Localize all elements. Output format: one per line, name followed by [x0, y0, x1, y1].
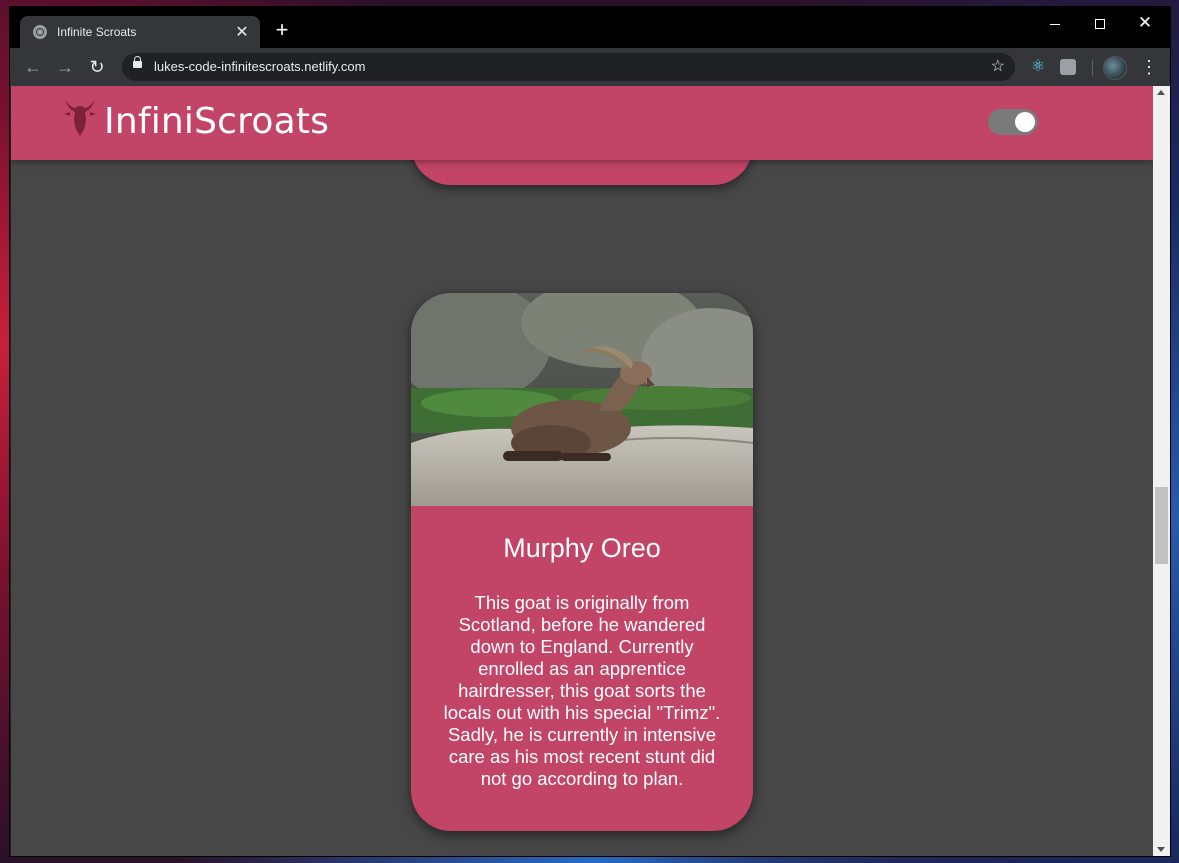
goat-card: Murphy Oreo This goat is originally from…: [411, 293, 753, 831]
goat-head-icon: [64, 100, 96, 136]
profile-avatar[interactable]: [1103, 56, 1127, 80]
tab-strip: Infinite Scroats ✕ + ✕: [10, 7, 1170, 48]
address-bar[interactable]: lukes-code-infinitescroats.netlify.com ☆: [122, 53, 1015, 81]
goat-name: Murphy Oreo: [503, 533, 661, 563]
scroll-up-arrow[interactable]: [1157, 90, 1165, 95]
scroll-down-arrow[interactable]: [1157, 847, 1165, 852]
maximize-icon: [1095, 19, 1105, 30]
tab-title: Infinite Scroats: [57, 25, 137, 39]
goat-photo: [411, 293, 753, 506]
extension-icon[interactable]: [1060, 59, 1076, 75]
window-close-button[interactable]: ✕: [1123, 11, 1167, 35]
bookmark-star-icon[interactable]: ☆: [991, 56, 1005, 76]
minimize-icon: [1050, 23, 1060, 25]
goat-description: This goat is originally from Scotland, b…: [443, 592, 721, 789]
browser-menu-button[interactable]: ⋮: [1140, 56, 1158, 78]
globe-icon: [33, 25, 47, 39]
new-tab-button[interactable]: +: [272, 19, 292, 41]
theme-toggle[interactable]: [988, 109, 1038, 135]
close-tab-button[interactable]: ✕: [232, 22, 252, 42]
browser-window: Infinite Scroats ✕ + ✕ ← → ↻ lukes-code-…: [10, 7, 1170, 856]
toggle-knob: [1015, 112, 1035, 132]
forward-button[interactable]: →: [54, 56, 76, 78]
site-title: InfiniScroats: [104, 101, 330, 142]
reload-button[interactable]: ↻: [86, 56, 108, 78]
browser-toolbar: ← → ↻ lukes-code-infinitescroats.netlify…: [10, 48, 1170, 86]
lock-icon: [133, 56, 142, 68]
site-header: InfiniScroats: [11, 86, 1153, 160]
page-scrollbar[interactable]: [1153, 86, 1170, 856]
browser-tab[interactable]: Infinite Scroats ✕: [20, 16, 260, 48]
scroll-thumb[interactable]: [1155, 487, 1168, 564]
toolbar-divider: [1092, 60, 1093, 76]
url-text[interactable]: lukes-code-infinitescroats.netlify.com: [154, 59, 365, 74]
page-viewport: InfiniScroats Murphy Oreo This goat is o…: [11, 86, 1153, 856]
minimize-button[interactable]: [1033, 11, 1077, 35]
maximize-button[interactable]: [1078, 11, 1122, 35]
react-devtools-icon[interactable]: ⚛: [1028, 57, 1048, 77]
back-button[interactable]: ←: [22, 56, 44, 78]
